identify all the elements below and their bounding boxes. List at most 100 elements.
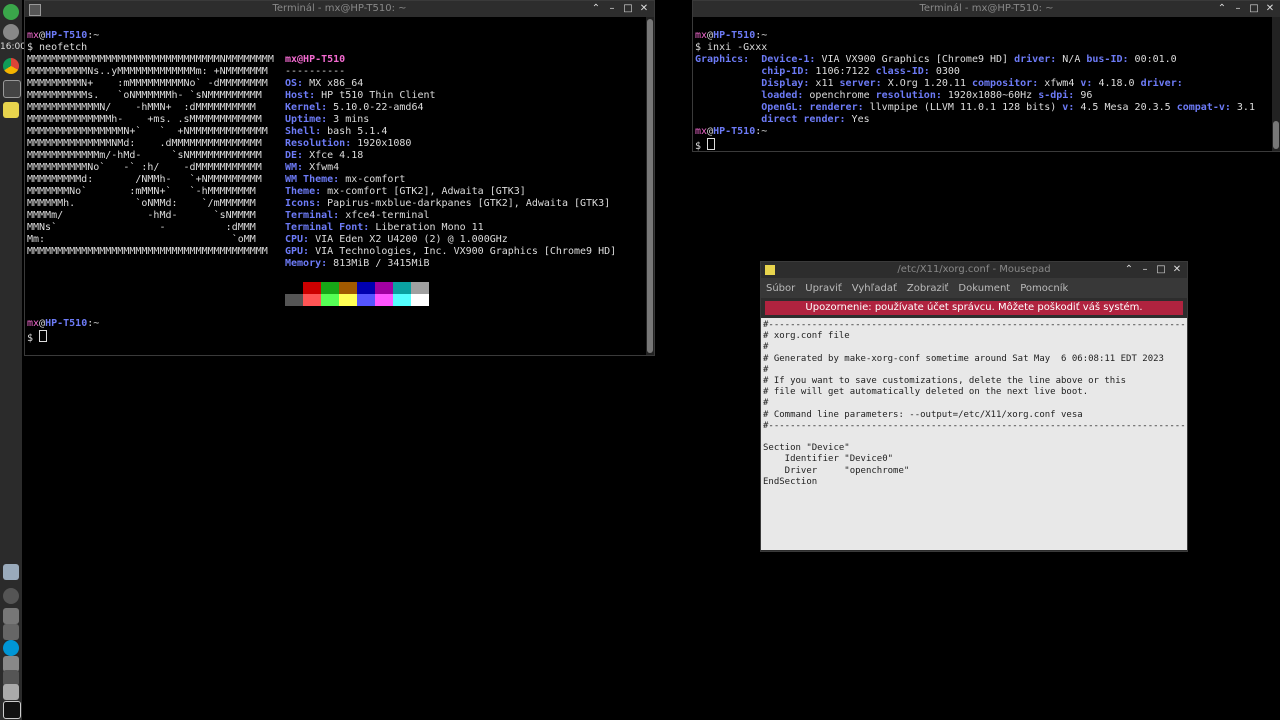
- color-swatch: [303, 282, 321, 294]
- color-swatch: [375, 294, 393, 306]
- menu-document[interactable]: Dokument: [953, 283, 1015, 294]
- inxi-key: v:: [1062, 102, 1075, 113]
- color-swatch: [321, 282, 339, 294]
- maximize-button[interactable]: □: [1246, 1, 1262, 17]
- prompt-line: mx@HP-T510:~: [695, 30, 768, 41]
- titlebar[interactable]: Terminál - mx@HP-T510: ~ ⌃ – □ ✕: [693, 1, 1280, 17]
- info-key: WM:: [285, 162, 304, 173]
- clock[interactable]: 16:00: [0, 42, 26, 52]
- info-key: Terminal Font:: [285, 222, 370, 233]
- ascii-logo: MMMMMMMMMMMMMMMMMMMMMMMMMMMMMMMMNMMMMMMM…: [27, 54, 285, 306]
- scrollbar-thumb[interactable]: [647, 19, 653, 353]
- inxi-line: loaded: openchrome resolution: 1920x1080…: [695, 90, 1278, 102]
- info-line: Host: HP t510 Thin Client: [285, 90, 616, 102]
- info-value: bash 5.1.4: [321, 126, 388, 137]
- info-value: Papirus-mxblue-darkpanes [GTK2], Adwaita…: [321, 198, 611, 209]
- inxi-key: resolution:: [875, 90, 942, 101]
- color-swatches-row1: [285, 282, 616, 294]
- inxi-value: openchrome: [803, 90, 876, 101]
- inxi-value: 1106:7122: [809, 66, 876, 77]
- inxi-key: v:: [1080, 78, 1093, 89]
- info-key: WM Theme:: [285, 174, 340, 185]
- terminal-output[interactable]: mx@HP-T510:~ $ inxi -Gxxx Graphics: Device…: [693, 17, 1280, 151]
- display-icon[interactable]: [3, 624, 19, 640]
- command-line: $ inxi -Gxxx: [695, 42, 768, 53]
- color-swatch: [357, 282, 375, 294]
- info-line: Theme: mx-comfort [GTK2], Adwaita [GTK3]: [285, 186, 616, 198]
- info-value: VIA Technologies, Inc. VX900 Graphics [C…: [309, 246, 617, 257]
- color-swatch: [339, 282, 357, 294]
- inxi-value: 3.1: [1230, 102, 1255, 113]
- scrollbar-thumb[interactable]: [1273, 121, 1279, 149]
- network-icon[interactable]: [3, 24, 19, 40]
- shade-button[interactable]: ⌃: [1214, 1, 1230, 17]
- prompt-line: mx@HP-T510:~: [27, 30, 100, 41]
- text-cursor: [39, 330, 48, 342]
- info-line: WM: Xfwm4: [285, 162, 616, 174]
- color-swatch: [375, 282, 393, 294]
- logo-line: MMMMMMMMMd: /NMMh- `+NMMMMMMMMM: [27, 174, 262, 185]
- eject-icon[interactable]: [3, 684, 19, 700]
- inxi-key: bus-ID:: [1086, 54, 1129, 65]
- maximize-button[interactable]: □: [1153, 262, 1169, 278]
- info-value: 3 mins: [327, 114, 370, 125]
- menu-edit[interactable]: Upraviť: [800, 283, 847, 294]
- minimize-button[interactable]: –: [604, 1, 620, 17]
- inxi-value: VIA VX900 Graphics [Chrome9 HD]: [815, 54, 1015, 65]
- info-key: CPU:: [285, 234, 310, 245]
- info-line: Terminal: xfce4-terminal: [285, 210, 616, 222]
- inxi-key: renderer:: [809, 102, 864, 113]
- info-value: mx-comfort [GTK2], Adwaita [GTK3]: [321, 186, 526, 197]
- logo-line: MMMMMMMMMMMMm/-hMd- `sNMMMMMMMMMMMM: [27, 150, 262, 161]
- titlebar[interactable]: /etc/X11/xorg.conf - Mousepad ⌃ – □ ✕: [761, 262, 1187, 278]
- file-manager-icon[interactable]: [3, 564, 19, 580]
- info-value: mx-comfort: [339, 174, 406, 185]
- scrollbar[interactable]: [646, 17, 654, 355]
- inxi-value: llvmpipe (LLVM 11.0.1 128 bits): [863, 102, 1063, 113]
- info-key: OS:: [285, 78, 304, 89]
- minimize-button[interactable]: –: [1137, 262, 1153, 278]
- info-value: Xfce 4.18: [303, 150, 364, 161]
- info-value: 5.10.0-22-amd64: [327, 102, 424, 113]
- inxi-line: chip-ID: 1106:7122 class-ID: 0300: [695, 66, 1278, 78]
- close-button[interactable]: ✕: [1169, 262, 1185, 278]
- logo-line: MMMMm/ -hMd- `sNMMMM: [27, 210, 256, 221]
- info-key: Memory:: [285, 258, 328, 269]
- logo-line: MMMMMMMMMN+ :mMMMMMMMMMNo` -dMMMMMMMM: [27, 78, 268, 89]
- shade-button[interactable]: ⌃: [1121, 262, 1137, 278]
- menu-file[interactable]: Súbor: [761, 283, 800, 294]
- menu-help[interactable]: Pomocník: [1015, 283, 1073, 294]
- chrome-icon[interactable]: [3, 58, 19, 74]
- inxi-value: 1920x1080~60Hz: [941, 90, 1039, 101]
- logo-line: MMMMMMMMMMMMN/ -hMMN+ :dMMMMMMMMMM: [27, 102, 256, 113]
- terminal-icon[interactable]: [3, 80, 21, 98]
- inxi-value: Yes: [845, 114, 870, 125]
- minimize-button[interactable]: –: [1230, 1, 1246, 17]
- prompt-line-2: mx@HP-T510:~: [27, 318, 100, 329]
- maximize-button[interactable]: □: [620, 1, 636, 17]
- terminal-output[interactable]: mx@HP-T510:~ $ neofetch MMMMMMMMMMMMMMMMMM…: [25, 17, 654, 345]
- text-cursor: [707, 138, 716, 150]
- volume-muted-icon[interactable]: [3, 588, 19, 604]
- mousepad-icon[interactable]: [3, 102, 19, 118]
- inxi-value: 96: [1074, 90, 1093, 101]
- menu-search[interactable]: Vyhľadať: [847, 283, 902, 294]
- info-value: HP t510 Thin Client: [315, 90, 436, 101]
- info-line: Memory: 813MiB / 3415MiB: [285, 258, 616, 270]
- inxi-key: loaded:: [761, 90, 804, 101]
- clip-icon[interactable]: [3, 608, 19, 624]
- hp-logo-icon[interactable]: [3, 640, 19, 656]
- close-button[interactable]: ✕: [636, 1, 652, 17]
- shade-button[interactable]: ⌃: [588, 1, 604, 17]
- text-editor[interactable]: #---------------------------------------…: [761, 318, 1187, 550]
- mx-tools-icon[interactable]: [3, 701, 21, 719]
- titlebar[interactable]: Terminál - mx@HP-T510: ~ ⌃ – □ ✕: [25, 1, 654, 17]
- scrollbar[interactable]: [1272, 17, 1280, 151]
- inxi-value: N/A: [1056, 54, 1087, 65]
- mx-update-icon[interactable]: [3, 4, 19, 20]
- menu-view[interactable]: Zobraziť: [902, 283, 954, 294]
- close-button[interactable]: ✕: [1262, 1, 1278, 17]
- color-swatch: [393, 294, 411, 306]
- inxi-value: [749, 54, 761, 65]
- terminal-window-neofetch: Terminál - mx@HP-T510: ~ ⌃ – □ ✕ mx@HP-T…: [24, 0, 655, 356]
